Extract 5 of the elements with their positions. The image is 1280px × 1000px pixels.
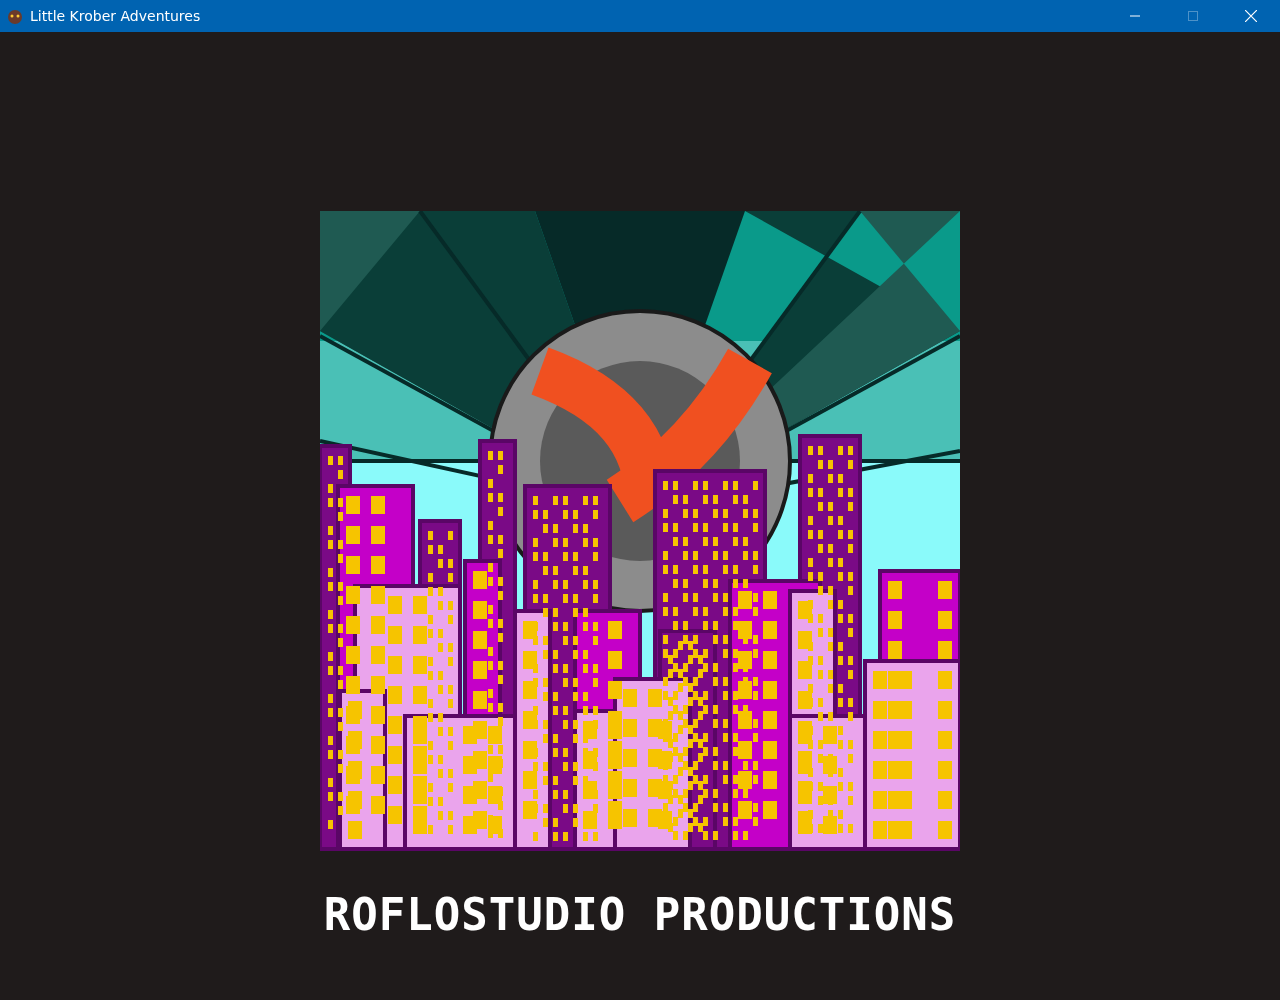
studio-caption: ROFLOSTUDIO PRODUCTIONS: [323, 889, 957, 940]
maximize-icon: [1188, 11, 1198, 21]
window-title: Little Krober Adventures: [30, 8, 202, 24]
close-icon: [1245, 10, 1257, 22]
creature-icon: [6, 7, 24, 25]
